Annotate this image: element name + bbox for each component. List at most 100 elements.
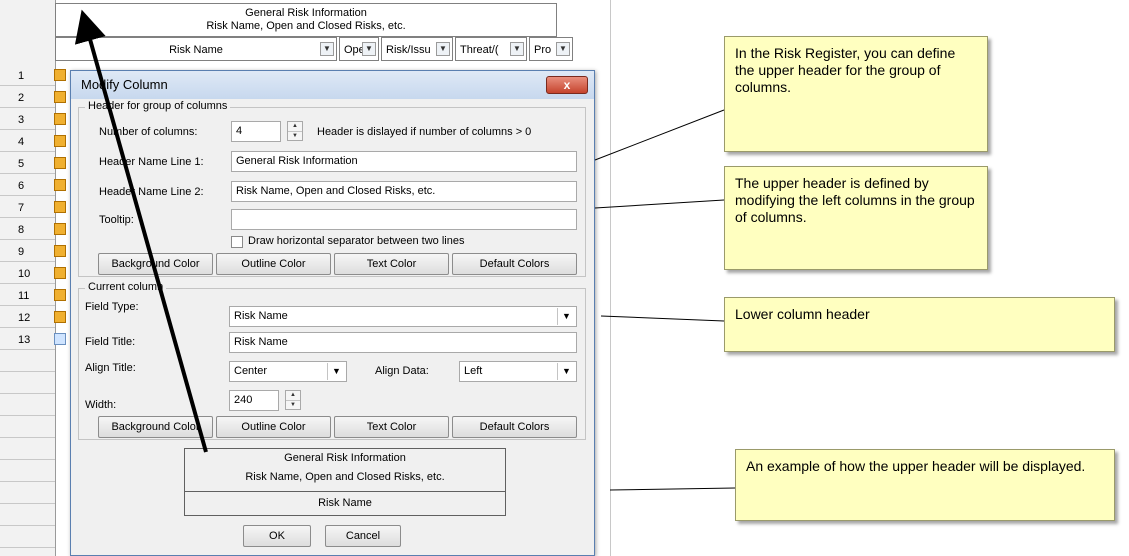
number-of-columns-label: Number of columns: bbox=[99, 126, 198, 138]
cancel-button[interactable]: Cancel bbox=[325, 525, 401, 547]
row-number[interactable]: 3 bbox=[0, 110, 55, 130]
field-type-label: Field Type: bbox=[85, 301, 139, 313]
align-title-select[interactable]: Center ▼ bbox=[229, 361, 347, 382]
row-number[interactable]: 5 bbox=[0, 154, 55, 174]
align-data-select[interactable]: Left ▼ bbox=[459, 361, 577, 382]
preview-separator bbox=[185, 491, 505, 492]
filter-dropdown-icon[interactable]: ▼ bbox=[510, 42, 524, 56]
row-number[interactable]: 9 bbox=[0, 242, 55, 262]
default-colors-button[interactable]: Default Colors bbox=[452, 416, 577, 438]
header-line2-label: Header Name Line 2: bbox=[99, 186, 204, 198]
risk-status-icon[interactable] bbox=[54, 245, 66, 257]
align-title-label: Align Title: bbox=[85, 362, 136, 374]
row-number[interactable]: 4 bbox=[0, 132, 55, 152]
text-color-button[interactable]: Text Color bbox=[334, 416, 449, 438]
outline-color-button[interactable]: Outline Color bbox=[216, 253, 331, 275]
column-header-probability[interactable]: Pro ▼ bbox=[529, 37, 573, 61]
width-input[interactable]: 240 bbox=[229, 390, 279, 411]
width-label: Width: bbox=[85, 399, 117, 411]
risk-status-icon[interactable] bbox=[54, 91, 66, 103]
filter-dropdown-icon[interactable]: ▼ bbox=[436, 42, 450, 56]
preview-line1: General Risk Information bbox=[284, 452, 406, 464]
empty-row bbox=[0, 418, 55, 438]
width-spinner[interactable]: ▲ ▼ bbox=[285, 390, 301, 410]
chevron-down-icon[interactable]: ▼ bbox=[557, 308, 575, 325]
column-header-threat[interactable]: Threat/( ▼ bbox=[455, 37, 527, 61]
column-header-label: Risk Name bbox=[169, 44, 223, 56]
empty-row bbox=[0, 462, 55, 482]
risk-status-icon[interactable] bbox=[54, 267, 66, 279]
header-line1-input[interactable]: General Risk Information bbox=[231, 151, 577, 172]
column-header-risk-name[interactable]: Risk Name ▼ bbox=[55, 37, 337, 61]
empty-row bbox=[0, 440, 55, 460]
ok-button[interactable]: OK bbox=[243, 525, 311, 547]
empty-row bbox=[0, 484, 55, 504]
spin-up-icon[interactable]: ▲ bbox=[286, 391, 300, 401]
chevron-down-icon[interactable]: ▼ bbox=[557, 363, 575, 380]
callout-group-header: In the Risk Register, you can define the… bbox=[724, 36, 988, 152]
filter-dropdown-icon[interactable]: ▼ bbox=[556, 42, 570, 56]
spin-up-icon[interactable]: ▲ bbox=[288, 122, 302, 132]
pointer-line-3 bbox=[600, 315, 725, 322]
group-header-legend: Header for group of columns bbox=[85, 100, 231, 112]
background-color-button[interactable]: Background Color bbox=[98, 416, 213, 438]
callout-lower-header: Lower column header bbox=[724, 297, 1115, 352]
tooltip-input[interactable] bbox=[231, 209, 577, 230]
group-header-line2: Risk Name, Open and Closed Risks, etc. bbox=[206, 20, 406, 32]
row-number[interactable]: 11 bbox=[0, 286, 55, 306]
pointer-line-1 bbox=[594, 109, 725, 161]
dialog-title: Modify Column bbox=[81, 77, 168, 92]
row-number[interactable]: 12 bbox=[0, 308, 55, 328]
empty-row bbox=[0, 528, 55, 548]
row-number[interactable]: 2 bbox=[0, 88, 55, 108]
risk-status-icon[interactable] bbox=[54, 69, 66, 81]
modify-column-dialog: Modify Column x Header for group of colu… bbox=[70, 70, 595, 556]
new-row-icon[interactable] bbox=[54, 333, 66, 345]
risk-status-icon[interactable] bbox=[54, 289, 66, 301]
row-number[interactable]: 6 bbox=[0, 176, 55, 196]
align-data-label: Align Data: bbox=[375, 365, 429, 377]
column-header-open[interactable]: Ope ▼ bbox=[339, 37, 379, 61]
outline-color-button[interactable]: Outline Color bbox=[216, 416, 331, 438]
empty-row bbox=[0, 374, 55, 394]
risk-status-icon[interactable] bbox=[54, 223, 66, 235]
spin-down-icon[interactable]: ▼ bbox=[288, 132, 302, 141]
filter-dropdown-icon[interactable]: ▼ bbox=[362, 42, 376, 56]
group-column-header[interactable]: General Risk Information Risk Name, Open… bbox=[55, 3, 557, 37]
header-line2-input[interactable]: Risk Name, Open and Closed Risks, etc. bbox=[231, 181, 577, 202]
risk-status-icon[interactable] bbox=[54, 311, 66, 323]
risk-status-icon[interactable] bbox=[54, 113, 66, 125]
number-of-columns-input[interactable]: 4 bbox=[231, 121, 281, 142]
column-header-risk-issue[interactable]: Risk/Issu ▼ bbox=[381, 37, 453, 61]
background-color-button[interactable]: Background Color bbox=[98, 253, 213, 275]
field-title-input[interactable]: Risk Name bbox=[229, 332, 577, 353]
group-header-line1: General Risk Information bbox=[245, 7, 367, 19]
column-header-label: Risk/Issu bbox=[386, 44, 431, 56]
text-color-button[interactable]: Text Color bbox=[334, 253, 449, 275]
dialog-title-bar[interactable]: Modify Column x bbox=[71, 71, 594, 99]
preview-line3: Risk Name bbox=[318, 497, 372, 509]
separator-checkbox[interactable] bbox=[231, 236, 243, 248]
field-title-label: Field Title: bbox=[85, 336, 136, 348]
separator-checkbox-label: Draw horizontal separator between two li… bbox=[248, 235, 465, 247]
number-of-columns-spinner[interactable]: ▲ ▼ bbox=[287, 121, 303, 141]
empty-row bbox=[0, 352, 55, 372]
risk-status-icon[interactable] bbox=[54, 201, 66, 213]
field-type-select[interactable]: Risk Name ▼ bbox=[229, 306, 577, 327]
pointer-line-4 bbox=[609, 487, 736, 491]
risk-status-icon[interactable] bbox=[54, 157, 66, 169]
row-number[interactable]: 13 bbox=[0, 330, 55, 350]
current-column-legend: Current column bbox=[85, 281, 167, 293]
spin-down-icon[interactable]: ▼ bbox=[286, 401, 300, 410]
chevron-down-icon[interactable]: ▼ bbox=[327, 363, 345, 380]
close-button[interactable]: x bbox=[546, 76, 588, 94]
default-colors-button[interactable]: Default Colors bbox=[452, 253, 577, 275]
row-number[interactable]: 10 bbox=[0, 264, 55, 284]
filter-dropdown-icon[interactable]: ▼ bbox=[320, 42, 334, 56]
row-number[interactable]: 7 bbox=[0, 198, 55, 218]
callout-example: An example of how the upper header will … bbox=[735, 449, 1115, 521]
row-number[interactable]: 8 bbox=[0, 220, 55, 240]
row-number[interactable]: 1 bbox=[0, 66, 55, 86]
risk-status-icon[interactable] bbox=[54, 135, 66, 147]
risk-status-icon[interactable] bbox=[54, 179, 66, 191]
